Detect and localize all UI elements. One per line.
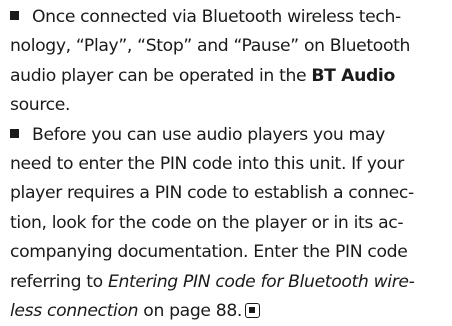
reference-title-link[interactable]: less connection	[10, 301, 139, 321]
text-line: referring to	[10, 271, 108, 292]
text-line: nology, “Play”, “Stop” and “Pause” on Bl…	[10, 36, 411, 57]
bullet-icon	[10, 11, 19, 20]
text-line: source.	[10, 95, 71, 116]
paragraph-bluetooth-playback: Once connected via Bluetooth wireless te…	[10, 3, 446, 121]
document-page: Once connected via Bluetooth wireless te…	[0, 0, 452, 321]
text-line: Once connected via Bluetooth wireless te…	[32, 7, 401, 27]
text-line: player requires a PIN code to establish …	[10, 183, 414, 204]
text-line: on page 88.	[138, 301, 243, 322]
bt-audio-source-name: BT Audio	[311, 65, 395, 86]
text-line: need to enter the PIN code into this uni…	[10, 154, 404, 175]
end-of-section-icon	[245, 303, 261, 319]
text-line: companying documentation. Enter the PIN …	[10, 242, 408, 263]
text-line: audio player can be operated in the	[10, 65, 312, 86]
text-line: Before you can use audio players you may	[32, 124, 385, 145]
paragraph-pin-code: Before you can use audio players you may…	[10, 121, 446, 326]
bullet-icon	[10, 128, 19, 138]
reference-title-link[interactable]: Entering PIN code for Bluetooth wire-	[108, 272, 415, 292]
text-line: tion, look for the code on the player or…	[10, 212, 404, 233]
